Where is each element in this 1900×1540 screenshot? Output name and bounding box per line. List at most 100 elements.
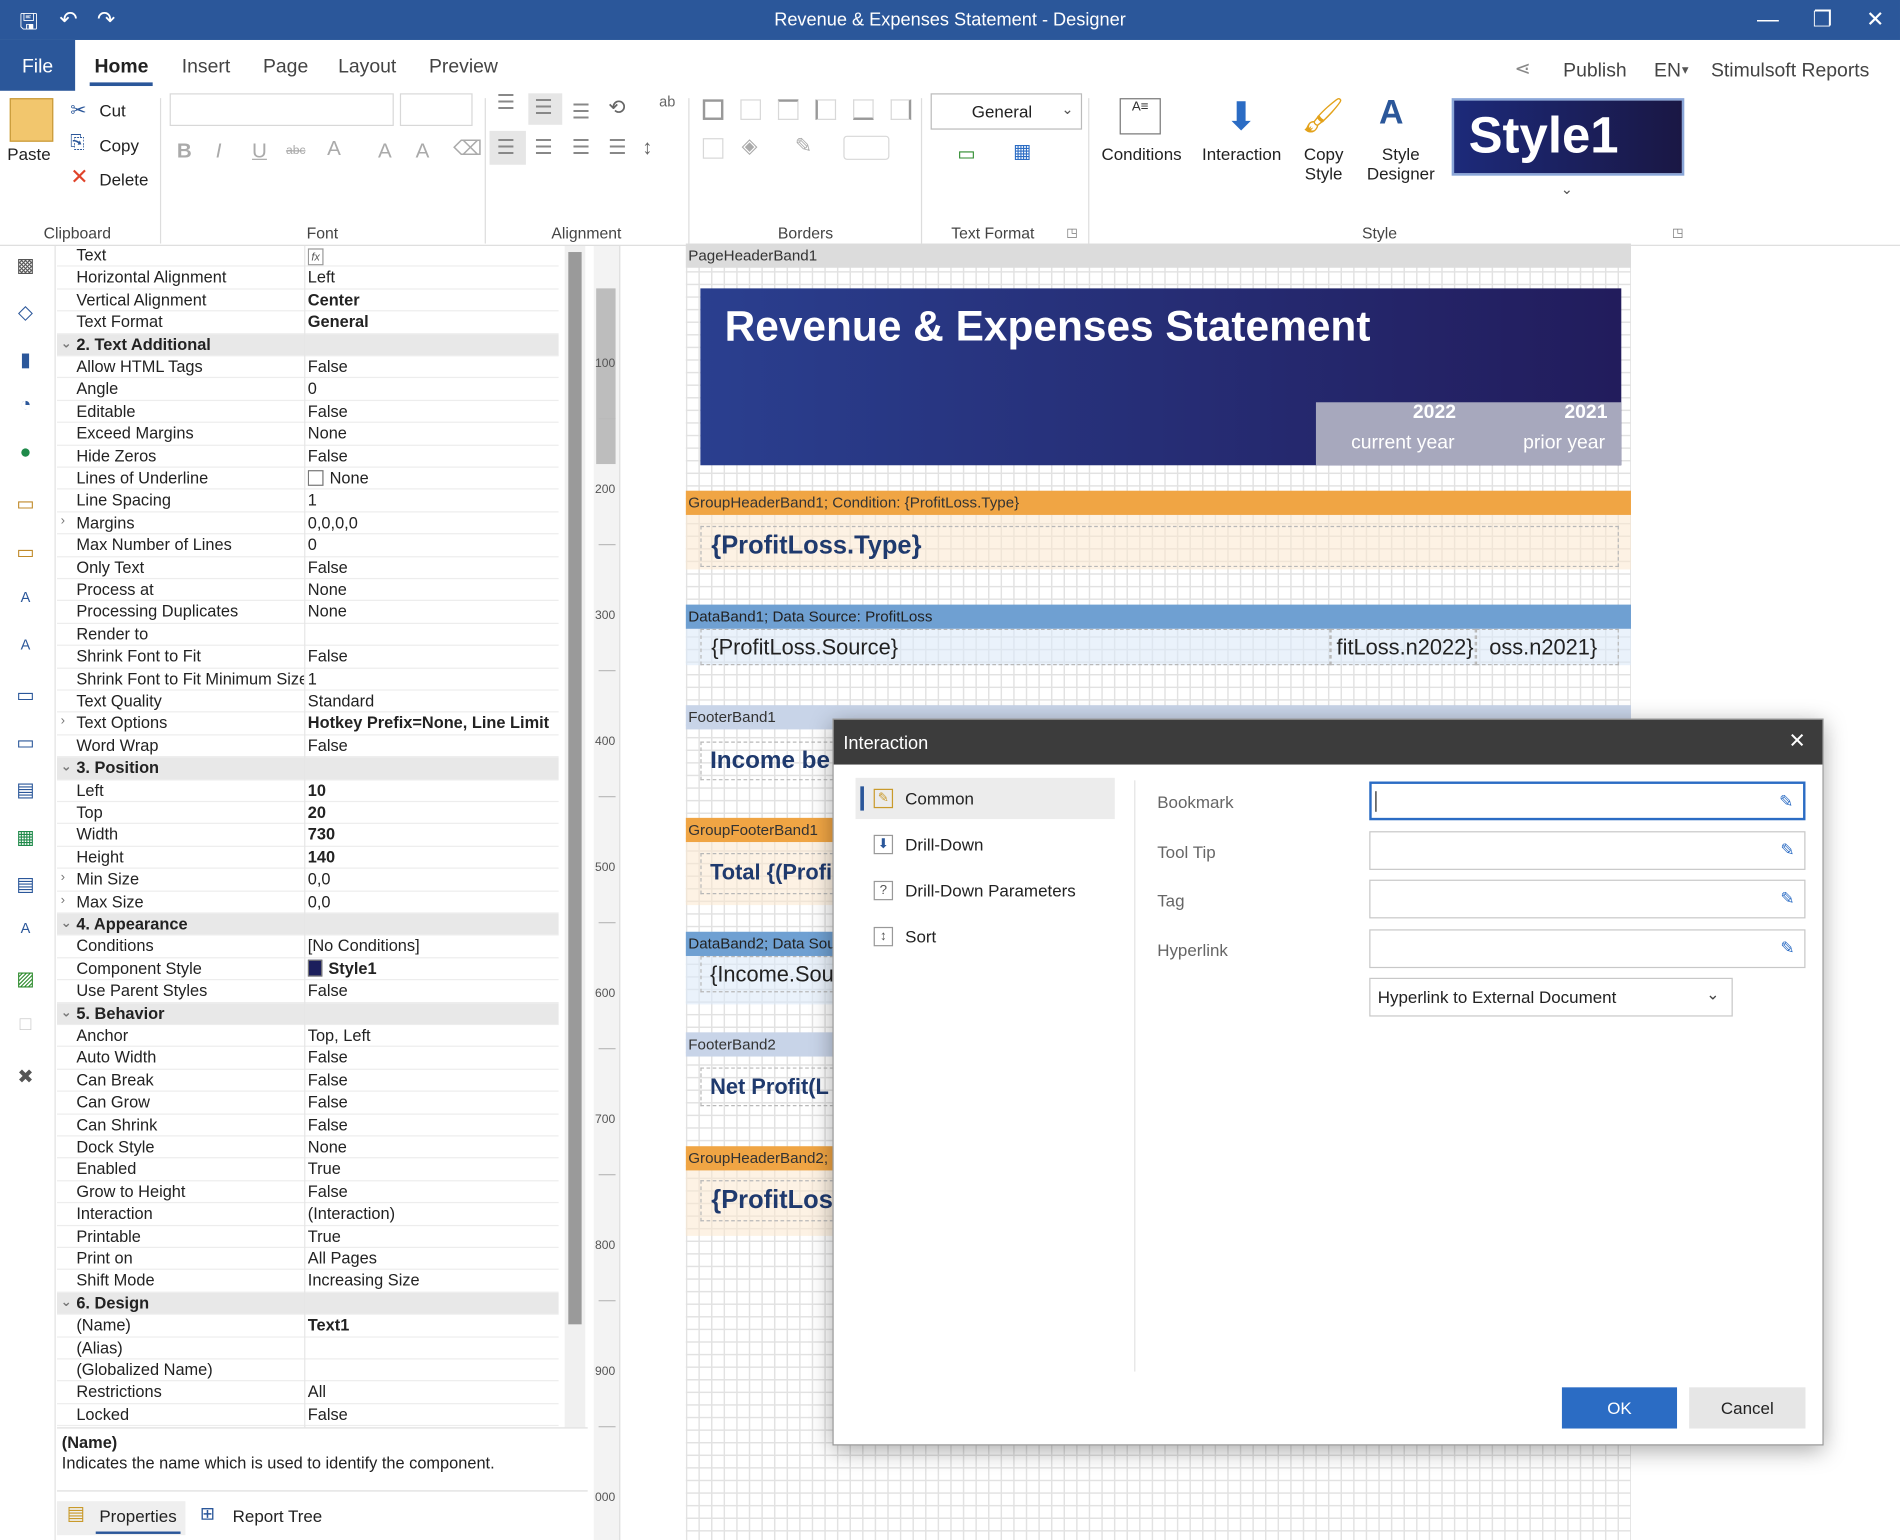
property-category[interactable]: ⌄ 3. Position xyxy=(56,757,559,780)
paste-icon[interactable] xyxy=(9,98,54,142)
conditions-button[interactable]: Conditions xyxy=(1101,144,1181,163)
justify-icon[interactable]: ☰ xyxy=(608,136,626,160)
right-border-icon[interactable] xyxy=(890,99,912,120)
underline-button[interactable]: U xyxy=(252,139,267,163)
style-designer-button[interactable]: Style Designer xyxy=(1367,144,1435,183)
shrink-font-icon[interactable]: A xyxy=(416,139,430,163)
property-value[interactable]: Top, Left xyxy=(308,1026,560,1044)
tab-home[interactable]: Home xyxy=(89,57,154,87)
map-icon[interactable]: ● xyxy=(12,442,39,466)
tab-report-tree[interactable]: Report Tree xyxy=(233,1506,323,1525)
property-row[interactable]: Vertical Alignment Center xyxy=(56,289,559,312)
cross-tab-icon[interactable]: ▤ xyxy=(12,872,39,896)
property-row[interactable]: Line Spacing 1 xyxy=(56,490,559,513)
property-row[interactable]: Max Number of Lines 0 xyxy=(56,535,559,557)
dialog-launcher-icon[interactable]: ◳ xyxy=(1672,227,1683,240)
group-type-field-2[interactable]: {ProfitLos xyxy=(700,1180,846,1222)
property-value[interactable]: 1 xyxy=(308,670,560,688)
ok-button[interactable]: OK xyxy=(1561,1387,1678,1429)
property-row[interactable]: Conditions [No Conditions] xyxy=(56,936,559,959)
property-row[interactable]: (Name) Text1 xyxy=(56,1315,559,1338)
cut-button[interactable]: Cut xyxy=(99,101,125,120)
property-category[interactable]: ⌄ 5. Behavior xyxy=(56,1002,559,1026)
total-field[interactable]: Total {(Profi xyxy=(700,852,846,895)
property-value[interactable]: (Interaction) xyxy=(308,1205,560,1223)
net-profit-field[interactable]: Net Profit(L xyxy=(700,1067,846,1107)
property-row[interactable]: Interaction (Interaction) xyxy=(56,1203,560,1226)
style-gallery-item[interactable]: Style1 xyxy=(1451,98,1685,176)
collapse-icon[interactable]: ⌄ xyxy=(61,915,72,931)
property-value[interactable]: False xyxy=(308,447,560,465)
page-header-band[interactable]: PageHeaderBand1 xyxy=(685,243,1631,268)
dialog-launcher-icon[interactable]: ◳ xyxy=(1066,227,1077,240)
align-middle-icon[interactable]: ☰ xyxy=(534,96,552,120)
n2022-field[interactable]: fitLoss.n2022} xyxy=(1330,628,1476,666)
property-value[interactable]: 0,0 xyxy=(308,892,560,910)
shape-icon[interactable]: ◇ xyxy=(12,300,39,324)
copy-button[interactable]: Copy xyxy=(99,136,139,155)
bookmark-input[interactable]: ✎ xyxy=(1369,781,1806,821)
property-value[interactable]: None xyxy=(308,424,560,442)
edit-icon[interactable]: ✎ xyxy=(1780,938,1794,959)
bottom-border-icon[interactable] xyxy=(853,99,874,120)
close-icon[interactable]: ✕ xyxy=(1866,7,1884,32)
tab-properties[interactable]: Properties xyxy=(99,1506,176,1525)
text-format-combo[interactable]: General ⌄ xyxy=(930,93,1083,130)
property-row[interactable]: Width 730 xyxy=(56,824,559,847)
property-value[interactable]: fx xyxy=(307,246,560,266)
checkbox-icon[interactable] xyxy=(307,470,324,486)
property-value[interactable]: Hotkey Prefix=None, Line Limit xyxy=(308,714,560,732)
edit-icon[interactable]: ✎ xyxy=(1780,840,1794,861)
group-header-band-1[interactable]: GroupHeaderBand1; Condition: {ProfitLoss… xyxy=(685,490,1631,515)
property-value[interactable]: True xyxy=(308,1227,560,1245)
align-center-icon[interactable]: ☰ xyxy=(534,136,552,160)
property-value[interactable]: 0,0 xyxy=(308,870,560,888)
edit-icon[interactable]: ✎ xyxy=(1780,888,1794,909)
hyperlink-input[interactable]: ✎ xyxy=(1369,929,1806,969)
maximize-icon[interactable]: ❐ xyxy=(1813,7,1833,32)
property-value[interactable]: False xyxy=(308,982,560,1000)
top-border-icon[interactable] xyxy=(777,99,799,120)
share-icon[interactable]: ⋖ xyxy=(1515,57,1531,81)
property-value[interactable]: All xyxy=(308,1383,560,1401)
font-name-combo[interactable] xyxy=(169,93,394,127)
rich-text-icon[interactable]: A xyxy=(12,636,39,660)
chart-icon[interactable]: ▮ xyxy=(12,348,39,372)
rotate-icon[interactable]: ⟲ xyxy=(608,96,625,120)
property-value[interactable]: False xyxy=(308,558,560,576)
property-value[interactable]: 10 xyxy=(308,781,560,799)
property-row[interactable]: Printable True xyxy=(56,1226,560,1248)
income-before-field[interactable]: Income be xyxy=(700,741,846,781)
property-value[interactable]: True xyxy=(308,1160,560,1178)
chevron-down-icon[interactable]: ▾ xyxy=(1682,62,1689,78)
align-left-icon[interactable]: ☰ xyxy=(497,136,515,160)
property-value[interactable]: 0,0,0,0 xyxy=(308,513,560,531)
property-row[interactable]: Text Quality Standard xyxy=(56,691,559,713)
panel-icon[interactable]: ▭ xyxy=(12,683,39,707)
edit-icon[interactable]: ✎ xyxy=(1779,791,1793,812)
date-format-icon[interactable]: ▦ xyxy=(1013,139,1031,163)
word-wrap-icon[interactable]: ab xyxy=(659,93,675,110)
property-row[interactable]: Anchor Top, Left xyxy=(56,1025,560,1048)
collapse-icon[interactable]: ⌄ xyxy=(61,759,72,775)
property-value[interactable]: False xyxy=(308,357,560,375)
property-value[interactable]: None xyxy=(308,1138,560,1156)
cross-band-icon[interactable]: ▭ xyxy=(12,540,39,564)
property-row[interactable]: Shift Mode Increasing Size xyxy=(56,1270,559,1293)
text-icon[interactable]: A xyxy=(12,589,39,613)
property-row[interactable]: Print on All Pages xyxy=(56,1248,559,1271)
font-size-combo[interactable] xyxy=(399,93,473,127)
border-style-combo[interactable] xyxy=(843,135,890,160)
group-type-field[interactable]: {ProfitLoss.Type} xyxy=(700,525,1619,568)
property-value[interactable]: False xyxy=(308,1182,560,1200)
collapse-icon[interactable]: ⌄ xyxy=(61,1294,72,1310)
property-row[interactable]: › Min Size 0,0 xyxy=(56,869,560,892)
property-value[interactable]: False xyxy=(308,1115,560,1133)
property-row[interactable]: Lines of Underline None xyxy=(56,468,559,490)
fill-color-icon[interactable]: ◈ xyxy=(742,134,758,158)
property-row[interactable]: (Globalized Name) xyxy=(56,1359,559,1382)
text-in-cells-icon[interactable]: A xyxy=(12,920,39,944)
property-value[interactable]: Style1 xyxy=(307,959,560,978)
property-row[interactable]: Can Grow False xyxy=(56,1092,559,1115)
align-top-icon[interactable]: ☰ xyxy=(497,91,515,115)
